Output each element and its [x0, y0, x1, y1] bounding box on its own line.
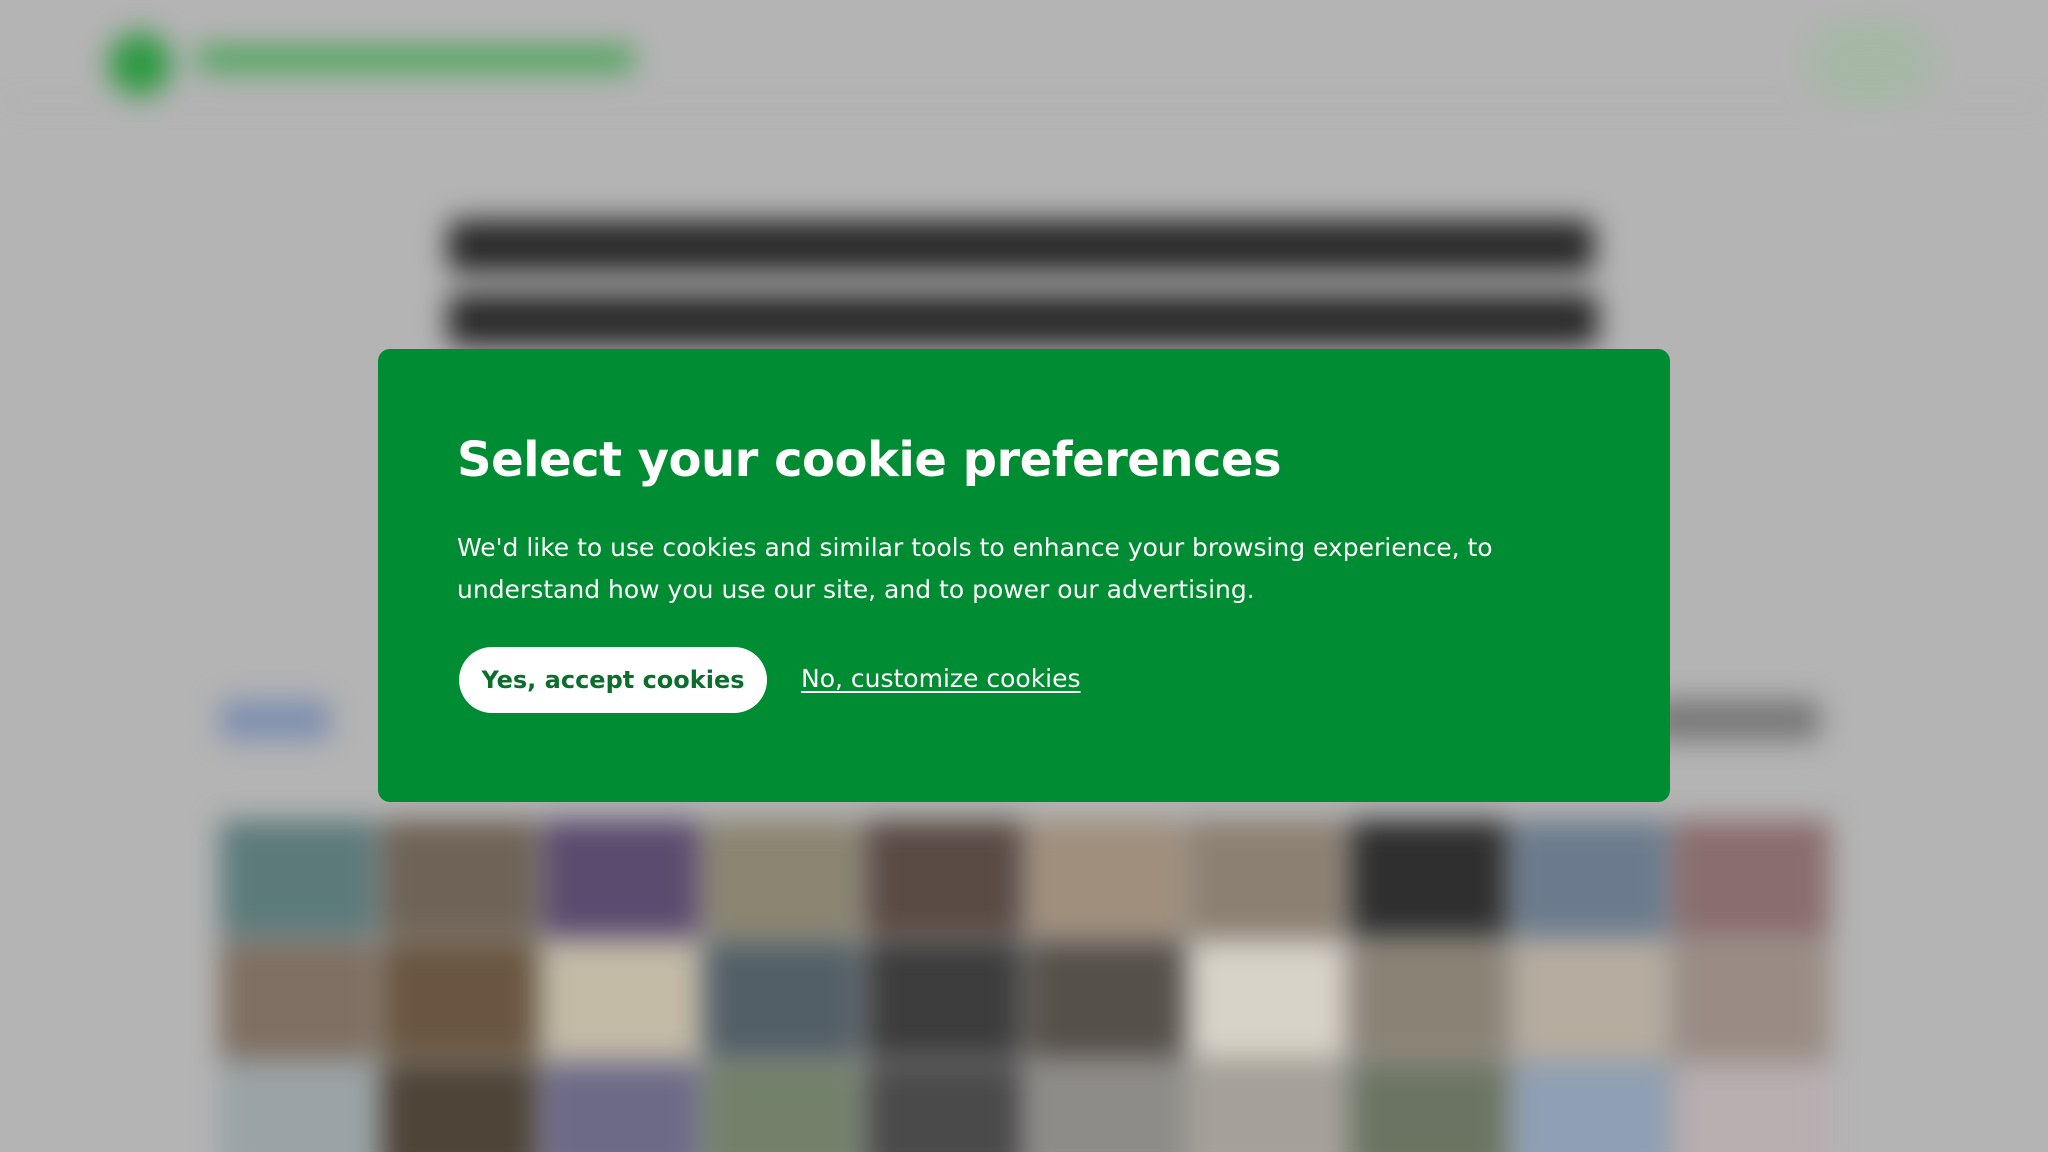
photo-tile: [1351, 942, 1507, 1058]
photo-tile: [381, 942, 538, 1058]
site-header: [0, 0, 2048, 102]
page: Select your cookie preferences We'd like…: [0, 0, 2048, 1152]
photo-tile: [543, 1064, 699, 1152]
photo-tile: [1028, 820, 1184, 936]
photo-tile: [1674, 1064, 1830, 1152]
photo-tile: [220, 820, 376, 936]
photo-tile: [220, 942, 376, 1058]
accept-cookies-button[interactable]: Yes, accept cookies: [459, 647, 767, 713]
photo-tile: [866, 1064, 1022, 1152]
photo-tile: [1351, 820, 1507, 936]
photo-tile: [866, 820, 1022, 936]
photo-tile: [704, 942, 861, 1058]
brand-logo-icon: [108, 32, 172, 96]
cookie-dialog-description: We'd like to use cookies and similar too…: [457, 533, 1493, 604]
photo-tile: [1189, 1064, 1346, 1152]
photo-tile: [866, 942, 1022, 1058]
photo-tile: [220, 1064, 376, 1152]
hero-headline-line: [448, 220, 1594, 272]
cookie-preferences-dialog: Select your cookie preferences We'd like…: [378, 349, 1670, 802]
photo-tile: [1028, 1064, 1184, 1152]
photo-tile: [1028, 942, 1184, 1058]
photo-tile: [704, 1064, 861, 1152]
photo-tile: [1512, 1064, 1669, 1152]
header-menu-button: [1806, 22, 1936, 102]
brand-wordmark: [196, 46, 636, 72]
people-photo-grid: [220, 820, 1830, 1152]
photo-tile: [1674, 942, 1830, 1058]
photo-tile: [1512, 942, 1669, 1058]
photo-tile: [381, 820, 538, 936]
photo-tile: [543, 942, 699, 1058]
photo-tile: [1512, 820, 1669, 936]
customer-logo-icon: [1650, 700, 1820, 740]
hero-headline-line: [448, 294, 1598, 346]
photo-tile: [1674, 820, 1830, 936]
customer-logo-icon: [220, 700, 330, 740]
customize-cookies-link[interactable]: No, customize cookies: [801, 662, 1081, 696]
photo-tile: [704, 820, 861, 936]
cookie-dialog-title: Select your cookie preferences: [457, 432, 1282, 488]
photo-tile: [1351, 1064, 1507, 1152]
photo-tile: [543, 820, 699, 936]
photo-tile: [381, 1064, 538, 1152]
photo-tile: [1189, 942, 1346, 1058]
photo-tile: [1189, 820, 1346, 936]
